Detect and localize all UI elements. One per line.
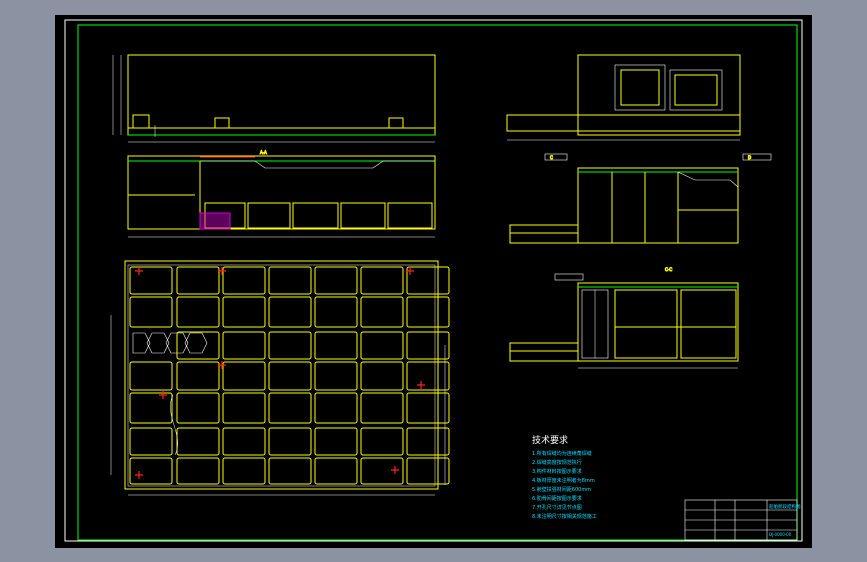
cad-drawing: A-A C D C-C 技术要求 1.所有焊缝均为连续角焊缝2.焊缝高度按规范执… (64, 19, 803, 542)
plan-cell (176, 296, 220, 328)
plan-cell (176, 457, 220, 485)
plan-cell (268, 331, 312, 360)
plan-cell (129, 392, 173, 424)
plan-cell (406, 457, 450, 485)
plan-cell (176, 331, 220, 360)
elevation-view (112, 54, 436, 143)
plan-cell (176, 266, 220, 295)
plan-cell (314, 331, 358, 360)
section-c-label: C-C (665, 267, 672, 272)
title-block: 船舶舱段结构图 DJ-0000-00 (684, 499, 801, 541)
note-line: 7.开孔尺寸详见节点图 (532, 504, 582, 511)
plan-cell (129, 427, 173, 456)
technical-notes: 技术要求 1.所有焊缝均为连续角焊缝 2.焊缝高度按规范执行 3.构件材料按图示要求… (532, 434, 597, 520)
plan-cell (129, 361, 173, 391)
note-line: 2.焊缝高度按规范执行 (532, 459, 582, 466)
plan-cell (222, 266, 266, 295)
top-right-view (506, 54, 741, 141)
section-a-view: A-A (127, 150, 436, 238)
plan-cell (176, 427, 220, 456)
plan-cell (268, 361, 312, 391)
section-a-label: A-A (260, 150, 267, 155)
plan-cell (222, 361, 266, 391)
view-c-label: C (550, 155, 553, 160)
note-line: 8.未注明尺寸按相关规范施工 (532, 513, 597, 520)
plan-cell (360, 361, 404, 391)
cross-markers (135, 267, 425, 479)
plan-cell (360, 427, 404, 456)
plan-cell (222, 331, 266, 360)
note-line: 4.板材厚度未注明者为8mm (532, 477, 595, 484)
plan-cell (222, 457, 266, 485)
view-d-label: D (748, 155, 751, 160)
plan-view (110, 260, 450, 496)
note-line: 5.舱壁扶强材间距600mm (532, 486, 591, 493)
plan-cell (406, 296, 450, 328)
section-c-view: C-C (509, 267, 739, 369)
title-block-name: 船舶舱段结构图 (769, 503, 801, 510)
plan-cell (360, 331, 404, 360)
plan-cell (314, 392, 358, 424)
plan-cell (176, 392, 220, 424)
plan-cell (268, 457, 312, 485)
plan-cell (406, 427, 450, 456)
cross-marker-icon (391, 466, 399, 474)
plan-cell (268, 296, 312, 328)
plan-cell (176, 361, 220, 391)
plan-cell (360, 296, 404, 328)
notes-title: 技术要求 (532, 434, 568, 446)
plan-cell (314, 427, 358, 456)
plan-cell (129, 457, 173, 485)
plan-cell (406, 392, 450, 424)
plan-cell (314, 457, 358, 485)
plan-cell (268, 266, 312, 295)
plan-cell (314, 296, 358, 328)
plan-cell (360, 392, 404, 424)
outer-border (64, 19, 803, 542)
plan-cell (222, 392, 266, 424)
cross-marker-icon (135, 267, 143, 275)
plan-cell (360, 457, 404, 485)
section-right-view: C D (509, 153, 772, 244)
cross-marker-icon (159, 391, 167, 399)
plan-cell (406, 361, 450, 391)
note-line: 3.构件材料按图示要求 (532, 468, 582, 475)
plan-cell (314, 361, 358, 391)
note-line: 6.肋骨间距按图示要求 (532, 495, 582, 502)
cross-marker-icon (135, 471, 143, 479)
cad-viewport[interactable]: A-A C D C-C 技术要求 1.所有焊缝均为连续角焊缝 2.焊缝高度按规范… (55, 15, 812, 548)
plan-cell (129, 296, 173, 328)
plan-cell (314, 266, 358, 295)
plan-cell (222, 427, 266, 456)
note-line: 1.所有焊缝均为连续角焊缝 (532, 450, 592, 457)
cross-marker-icon (417, 381, 425, 389)
plan-cell (406, 331, 450, 360)
title-block-code: DJ-0000-00 (769, 532, 792, 537)
plan-cell (222, 296, 266, 328)
plan-cell (268, 427, 312, 456)
plan-cell (360, 266, 404, 295)
plan-cell (268, 392, 312, 424)
